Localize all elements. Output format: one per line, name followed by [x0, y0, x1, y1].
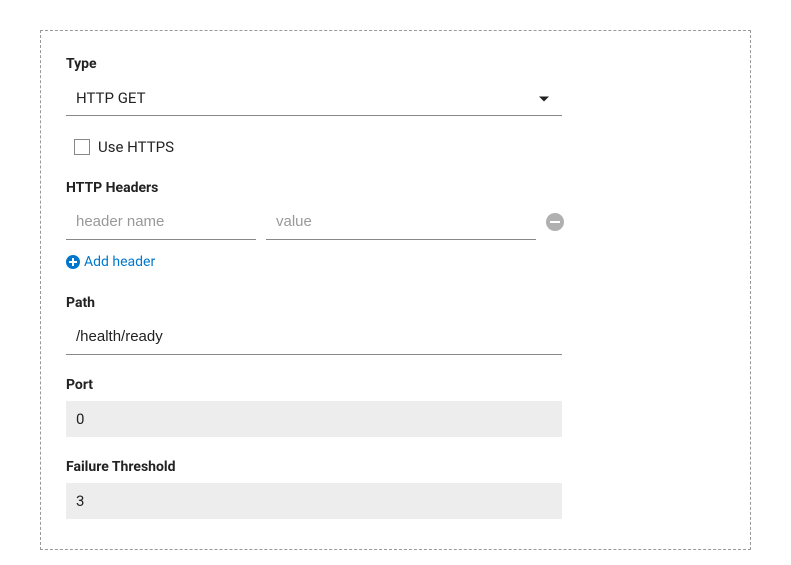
path-label: Path: [66, 295, 725, 311]
type-group: Type HTTP GET: [66, 56, 725, 116]
use-https-label: Use HTTPS: [98, 138, 174, 156]
failure-threshold-group: Failure Threshold 3: [66, 459, 725, 519]
failure-threshold-label: Failure Threshold: [66, 459, 725, 475]
port-group: Port 0: [66, 377, 725, 437]
failure-threshold-value: 3: [76, 492, 84, 510]
failure-threshold-input[interactable]: 3: [66, 483, 562, 519]
path-input[interactable]: [66, 319, 562, 355]
type-label: Type: [66, 56, 725, 72]
path-group: Path: [66, 295, 725, 355]
health-check-form: Type HTTP GET Use HTTPS HTTP Headers Add…: [40, 30, 751, 550]
add-header-label: Add header: [84, 254, 155, 270]
add-header-button[interactable]: Add header: [66, 254, 155, 270]
http-headers-group: HTTP Headers Add header: [66, 180, 725, 273]
port-label: Port: [66, 377, 725, 393]
type-value: HTTP GET: [76, 89, 146, 107]
use-https-checkbox[interactable]: [74, 139, 90, 155]
header-name-input[interactable]: [66, 204, 256, 240]
use-https-row: Use HTTPS: [74, 138, 725, 156]
type-select[interactable]: HTTP GET: [66, 80, 562, 116]
header-row: [66, 204, 725, 240]
plus-circle-icon: [66, 255, 80, 269]
http-headers-label: HTTP Headers: [66, 180, 725, 196]
header-value-input[interactable]: [266, 204, 536, 240]
port-value: 0: [76, 410, 84, 428]
remove-header-icon[interactable]: [546, 213, 564, 231]
port-input[interactable]: 0: [66, 401, 562, 437]
